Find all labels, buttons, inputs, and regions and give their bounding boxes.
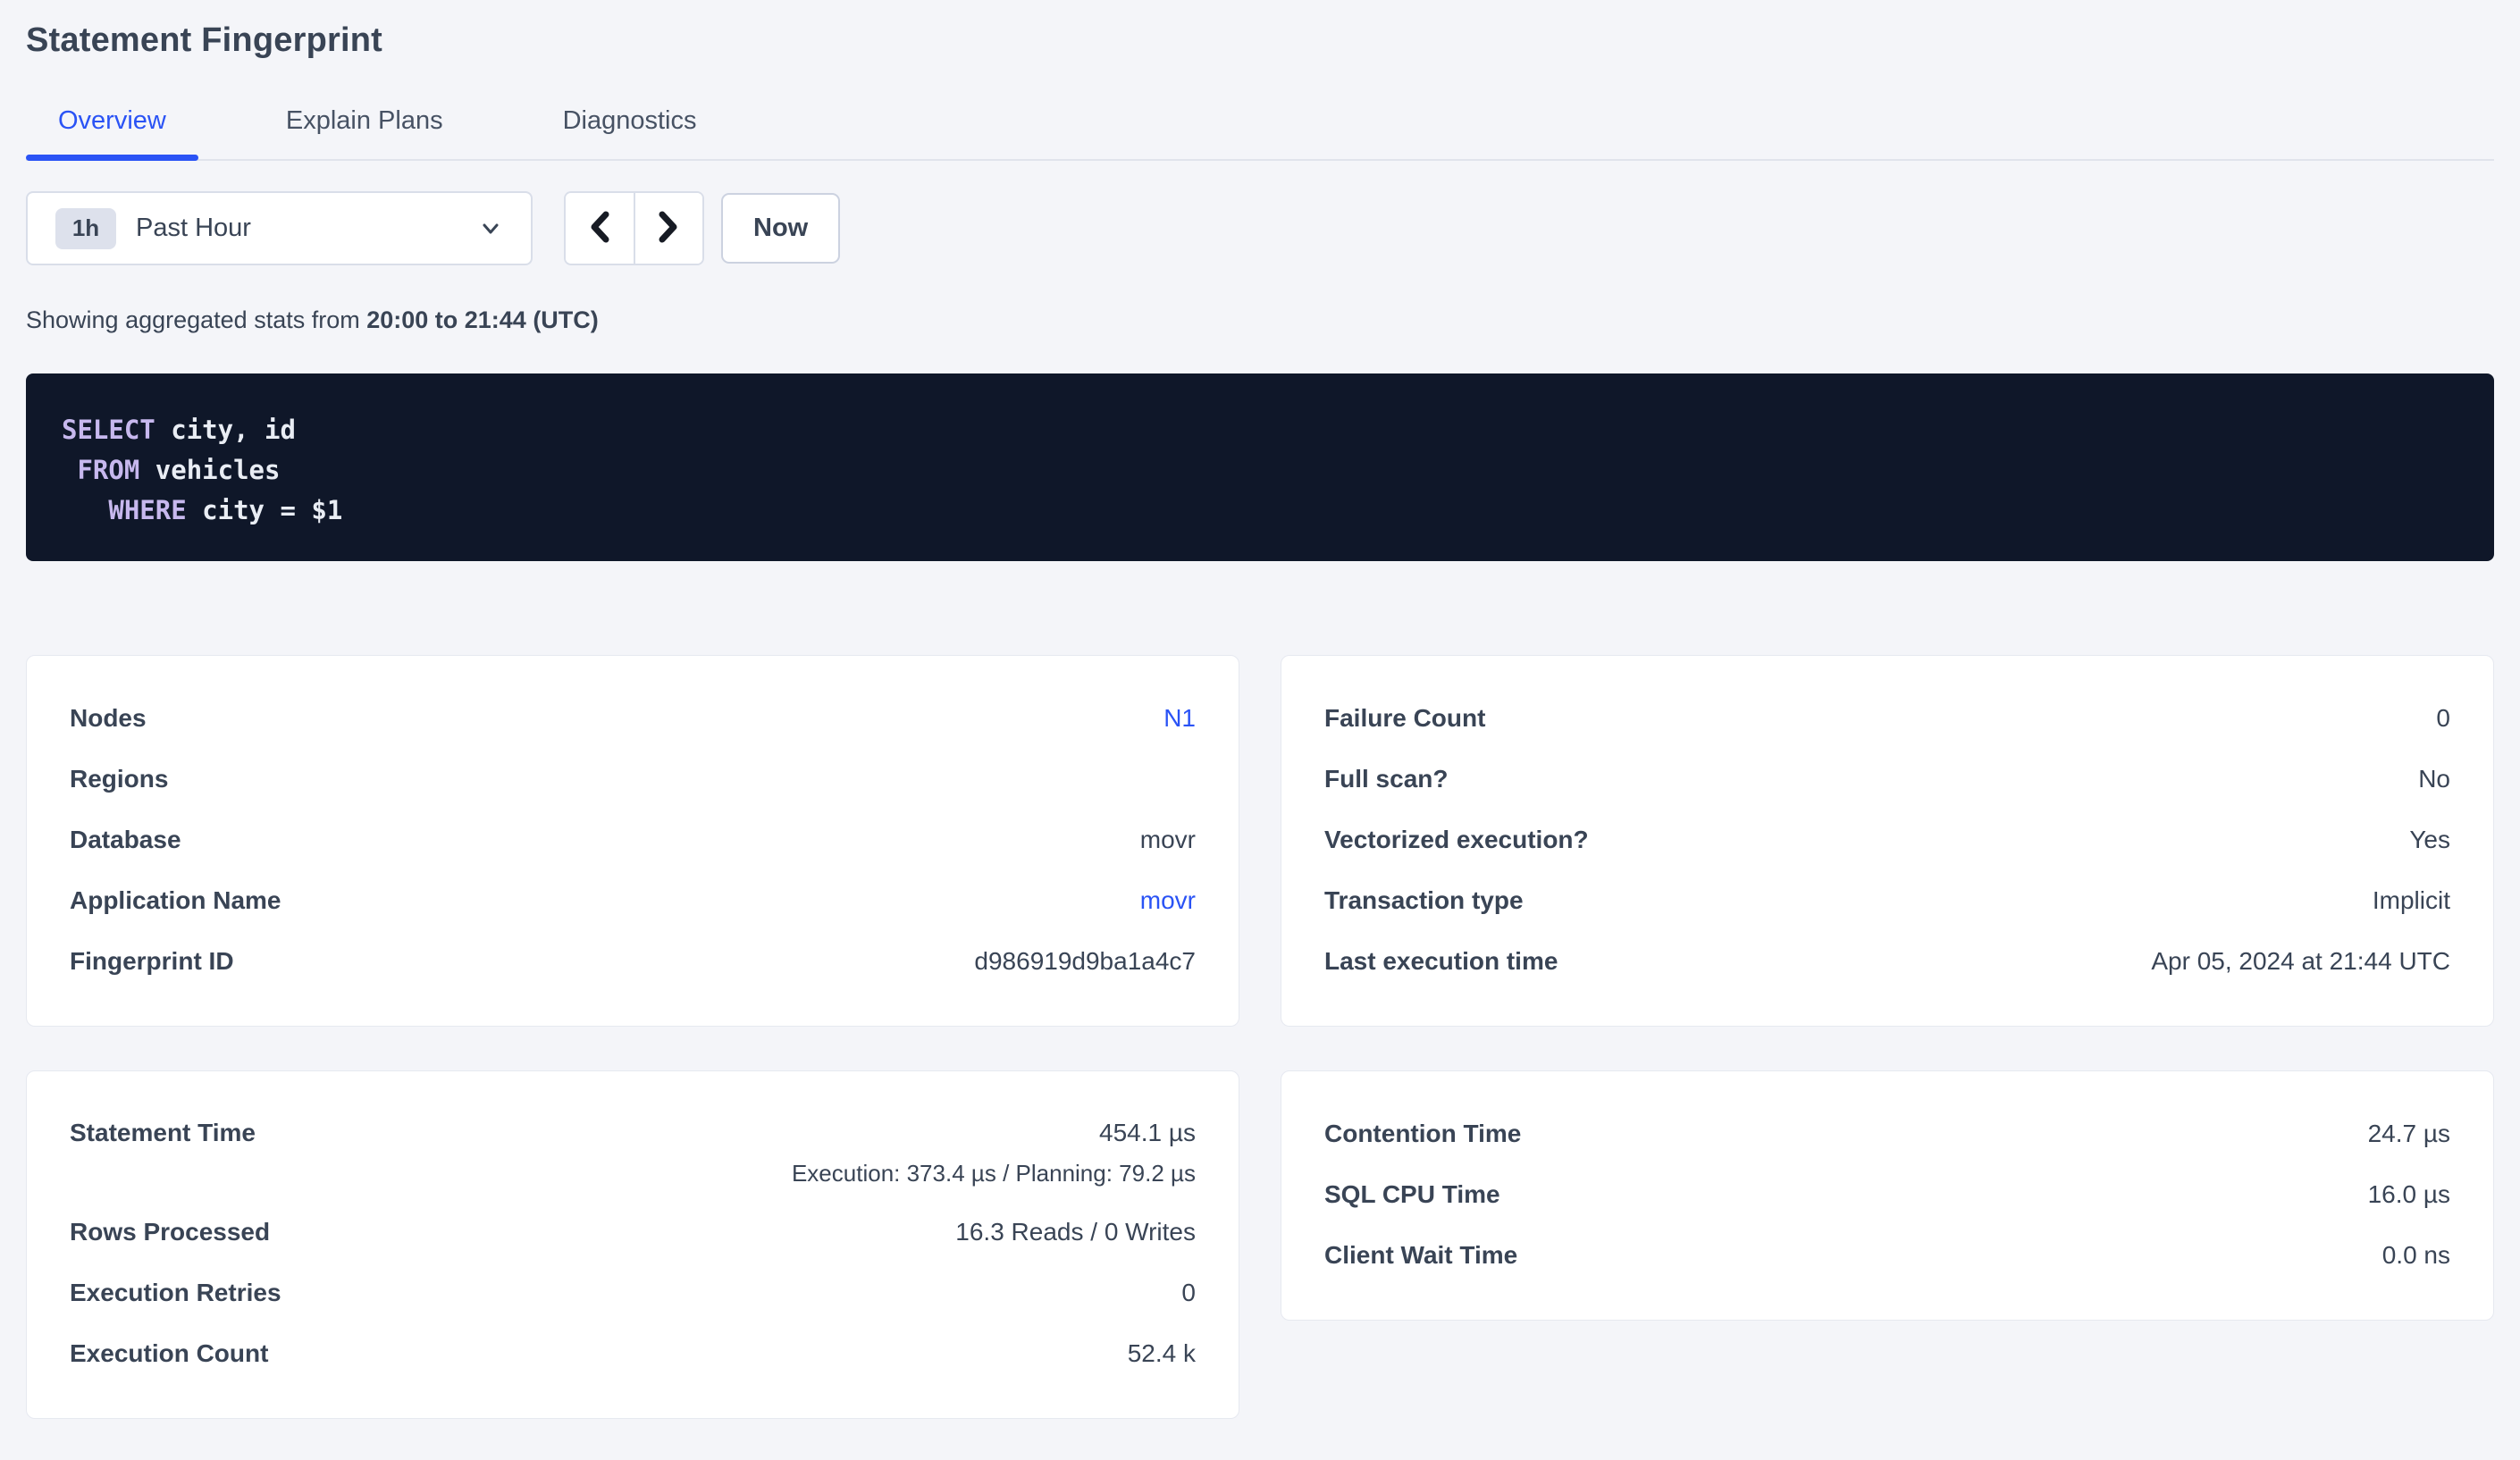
- stat-label: Statement Time: [70, 1119, 256, 1147]
- stat-label: Client Wait Time: [1324, 1241, 1517, 1270]
- stat-row-execution-count: Execution Count 52.4 k: [70, 1323, 1196, 1384]
- tab-diagnostics[interactable]: Diagnostics: [531, 106, 729, 159]
- stat-value: No: [2418, 765, 2450, 793]
- tab-overview[interactable]: Overview: [26, 106, 198, 159]
- stat-value: 52.4 k: [1128, 1339, 1196, 1368]
- aggregated-stats-line: Showing aggregated stats from 20:00 to 2…: [26, 306, 2494, 334]
- stat-label: Last execution time: [1324, 947, 1558, 976]
- stat-value: 0: [1181, 1279, 1196, 1307]
- time-interval-badge: 1h: [55, 208, 116, 249]
- stat-value: movr: [1140, 826, 1196, 854]
- stat-label: Database: [70, 826, 181, 854]
- time-range-pager: [564, 191, 704, 265]
- stat-value: 24.7 µs: [2368, 1120, 2450, 1148]
- stat-label: Nodes: [70, 704, 147, 733]
- now-button[interactable]: Now: [721, 193, 840, 264]
- stat-row-vectorized: Vectorized execution? Yes: [1324, 810, 2450, 870]
- sql-keyword: SELECT: [62, 415, 155, 445]
- stat-label: Application Name: [70, 886, 281, 915]
- stat-label: Contention Time: [1324, 1120, 1521, 1148]
- stat-value: 0.0 ns: [2382, 1241, 2450, 1270]
- stat-value: Implicit: [2373, 886, 2450, 915]
- stat-label: Vectorized execution?: [1324, 826, 1589, 854]
- stats-line-prefix: Showing aggregated stats from: [26, 306, 366, 333]
- sql-text: city, id: [155, 415, 296, 445]
- stat-label: SQL CPU Time: [1324, 1180, 1500, 1209]
- time-controls: 1h Past Hour: [26, 191, 2494, 265]
- chevron-left-icon: [587, 209, 612, 248]
- stat-value: Apr 05, 2024 at 21:44 UTC: [2151, 947, 2450, 976]
- chevron-right-icon: [656, 209, 681, 248]
- stat-row-full-scan: Full scan? No: [1324, 749, 2450, 810]
- stat-row-statement-time: Statement Time 454.1 µs Execution: 373.4…: [70, 1103, 1196, 1202]
- stat-row-application-name: Application Name movr: [70, 870, 1196, 931]
- stat-row-sql-cpu-time: SQL CPU Time 16.0 µs: [1324, 1164, 2450, 1225]
- tab-explain-plans[interactable]: Explain Plans: [254, 106, 475, 159]
- stat-row-database: Database movr: [70, 810, 1196, 870]
- stat-row-fingerprint-id: Fingerprint ID d986919d9ba1a4c7: [70, 931, 1196, 992]
- stat-label: Execution Count: [70, 1339, 268, 1368]
- summary-cards: Nodes N1 Regions Database movr Applicati…: [26, 655, 2494, 1419]
- card-statement-times: Statement Time 454.1 µs Execution: 373.4…: [26, 1070, 1239, 1419]
- stat-row-last-execution-time: Last execution time Apr 05, 2024 at 21:4…: [1324, 931, 2450, 992]
- stat-row-nodes: Nodes N1: [70, 688, 1196, 749]
- stat-label: Transaction type: [1324, 886, 1524, 915]
- sql-text: city = $1: [187, 495, 343, 525]
- stat-label: Execution Retries: [70, 1279, 281, 1307]
- app-name-link[interactable]: movr: [1140, 886, 1196, 915]
- tab-bar: Overview Explain Plans Diagnostics: [26, 106, 2494, 161]
- stat-value-subtext: Execution: 373.4 µs / Planning: 79.2 µs: [792, 1160, 1196, 1187]
- stat-value: d986919d9ba1a4c7: [974, 947, 1196, 976]
- sql-keyword: WHERE: [62, 495, 187, 525]
- stat-row-rows-processed: Rows Processed 16.3 Reads / 0 Writes: [70, 1202, 1196, 1263]
- stat-value: 16.0 µs: [2368, 1180, 2450, 1209]
- stat-row-execution-retries: Execution Retries 0: [70, 1263, 1196, 1323]
- sql-keyword: FROM: [62, 455, 139, 485]
- stat-label: Fingerprint ID: [70, 947, 234, 976]
- stat-row-failure-count: Failure Count 0: [1324, 688, 2450, 749]
- sql-statement: SELECT city, id FROM vehicles WHERE city…: [62, 410, 2458, 531]
- time-range-label: Past Hour: [136, 214, 251, 243]
- card-execution-attributes: Failure Count 0 Full scan? No Vectorized…: [1281, 655, 2494, 1027]
- stat-row-client-wait-time: Client Wait Time 0.0 ns: [1324, 1225, 2450, 1286]
- stat-label: Failure Count: [1324, 704, 1485, 733]
- stat-label: Regions: [70, 765, 168, 793]
- stat-row-regions: Regions: [70, 749, 1196, 810]
- page-title: Statement Fingerprint: [26, 21, 2494, 60]
- statement-fingerprint-page: Statement Fingerprint Overview Explain P…: [0, 21, 2520, 1419]
- stat-value: Yes: [2409, 826, 2450, 854]
- stat-value: 0: [2436, 704, 2450, 733]
- previous-range-button[interactable]: [566, 193, 634, 264]
- sql-text: vehicles: [139, 455, 280, 485]
- stat-row-contention-time: Contention Time 24.7 µs: [1324, 1103, 2450, 1164]
- sql-statement-box: SELECT city, id FROM vehicles WHERE city…: [26, 373, 2494, 561]
- stat-value: 16.3 Reads / 0 Writes: [955, 1218, 1196, 1246]
- node-link[interactable]: N1: [1163, 704, 1196, 733]
- next-range-button[interactable]: [634, 193, 703, 264]
- card-wait-times: Contention Time 24.7 µs SQL CPU Time 16.…: [1281, 1070, 2494, 1321]
- stat-value: 454.1 µs: [792, 1119, 1196, 1147]
- chevron-down-icon: [477, 215, 504, 242]
- time-range-dropdown[interactable]: 1h Past Hour: [26, 191, 533, 265]
- stats-line-range: 20:00 to 21:44 (UTC): [366, 306, 599, 333]
- stat-row-transaction-type: Transaction type Implicit: [1324, 870, 2450, 931]
- stat-value-block: 454.1 µs Execution: 373.4 µs / Planning:…: [792, 1119, 1196, 1187]
- stat-label: Full scan?: [1324, 765, 1448, 793]
- card-statement-details: Nodes N1 Regions Database movr Applicati…: [26, 655, 1239, 1027]
- stat-label: Rows Processed: [70, 1218, 270, 1246]
